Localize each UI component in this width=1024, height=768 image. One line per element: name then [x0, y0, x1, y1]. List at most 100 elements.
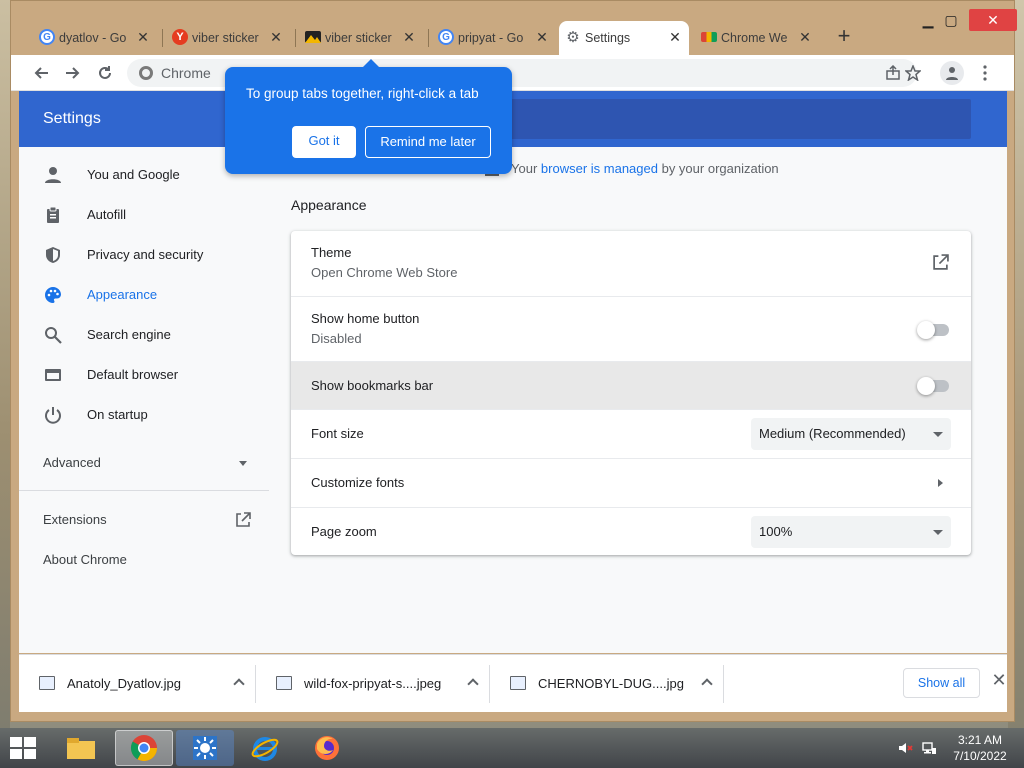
tab-settings[interactable]: ⚙ Settings ✕: [559, 21, 689, 55]
sidebar-item-appearance[interactable]: Appearance: [19, 275, 269, 315]
chevron-down-icon: [239, 461, 247, 466]
tab-viber-yandex[interactable]: Y viber sticker ✕: [166, 21, 290, 55]
managed-link[interactable]: browser is managed: [541, 161, 658, 176]
person-icon: [45, 167, 61, 183]
sidebar-item-autofill[interactable]: Autofill: [19, 195, 269, 235]
tab-separator: [428, 29, 429, 47]
close-tab-icon[interactable]: ✕: [401, 29, 417, 45]
chrome-window: G dyatlov - Go ✕ Y viber sticker ✕ viber…: [10, 0, 1017, 722]
reload-button[interactable]: [93, 61, 117, 85]
tab-label: Chrome We: [721, 31, 788, 45]
font-size-value: Medium (Recommended): [759, 426, 906, 441]
close-tab-icon[interactable]: ✕: [135, 29, 151, 45]
sun-app-taskbar-button[interactable]: [176, 730, 234, 766]
windows-start-icon[interactable]: [8, 735, 38, 761]
desktop-background-left: [0, 0, 10, 728]
gear-icon: ⚙: [566, 29, 580, 46]
firefox-taskbar-button[interactable]: [298, 730, 356, 766]
theme-row[interactable]: Theme Open Chrome Web Store: [291, 231, 971, 296]
home-button-sublabel: Disabled: [311, 331, 362, 346]
sidebar-item-label: Appearance: [87, 287, 158, 302]
shield-icon: [46, 247, 60, 263]
tab-label: dyatlov - Go: [59, 31, 127, 45]
share-icon[interactable]: [885, 64, 901, 84]
tab-dyatlov[interactable]: G dyatlov - Go ✕: [33, 21, 157, 55]
theme-sublabel: Open Chrome Web Store: [311, 265, 458, 280]
chevron-up-icon[interactable]: [233, 678, 245, 690]
file-explorer-taskbar-button[interactable]: [52, 730, 110, 766]
taskbar: 3:21 AM 7/10/2022: [0, 728, 1024, 768]
volume-muted-icon[interactable]: [897, 740, 913, 756]
network-icon[interactable]: [921, 740, 937, 756]
back-arrow-icon: [34, 67, 48, 79]
home-button-row[interactable]: Show home button Disabled: [291, 296, 971, 361]
tab-label: Settings: [585, 31, 631, 45]
font-size-select[interactable]: Medium (Recommended): [751, 418, 951, 450]
sidebar-item-privacy-and-security[interactable]: Privacy and security: [19, 235, 269, 275]
taskbar-clock[interactable]: 3:21 AM 7/10/2022: [948, 732, 1012, 764]
tab-viber-image[interactable]: viber sticker ✕: [299, 21, 423, 55]
bookmarks-bar-row[interactable]: Show bookmarks bar: [291, 361, 971, 409]
close-shelf-icon[interactable]: ✕: [991, 671, 1007, 689]
chevron-up-icon[interactable]: [701, 678, 713, 690]
tab-groups-promo-bubble: To group tabs together, right-click a ta…: [225, 59, 512, 174]
got-it-button[interactable]: Got it: [292, 126, 356, 158]
sidebar-item-search-engine[interactable]: Search engine: [19, 315, 269, 355]
chevron-up-icon[interactable]: [467, 678, 479, 690]
download-item[interactable]: CHERNOBYL-DUG....jpg: [490, 655, 723, 713]
forward-arrow-icon: [66, 67, 80, 79]
maximize-button[interactable]: ▢: [934, 9, 968, 31]
back-button[interactable]: [29, 61, 53, 85]
download-item[interactable]: wild-fox-pripyat-s....jpeg: [256, 655, 489, 713]
sidebar-item-label: You and Google: [87, 167, 180, 182]
yandex-icon: Y: [172, 29, 188, 45]
customize-fonts-row[interactable]: Customize fonts: [291, 458, 971, 507]
close-tab-icon[interactable]: ✕: [534, 29, 550, 45]
sidebar-item-default-browser[interactable]: Default browser: [19, 355, 269, 395]
tab-strip: G dyatlov - Go ✕ Y viber sticker ✕ viber…: [11, 1, 1017, 55]
bookmark-star-button[interactable]: [901, 61, 925, 85]
home-button-label: Show home button: [311, 311, 420, 326]
close-tab-icon[interactable]: ✕: [667, 29, 683, 45]
chrome-icon: [139, 66, 153, 80]
settings-search-input[interactable]: [501, 99, 971, 139]
sidebar-item-advanced[interactable]: Advanced: [19, 443, 269, 483]
tab-pripyat[interactable]: G pripyat - Go ✕: [432, 21, 556, 55]
external-link-icon[interactable]: [932, 254, 949, 271]
bookmarks-bar-toggle[interactable]: [917, 377, 949, 395]
home-button-toggle[interactable]: [917, 321, 949, 339]
page-zoom-select[interactable]: 100%: [751, 516, 951, 548]
sidebar-item-label: Default browser: [87, 367, 179, 382]
close-tab-icon[interactable]: ✕: [268, 29, 284, 45]
page-zoom-label: Page zoom: [311, 524, 377, 539]
tab-label: pripyat - Go: [458, 31, 524, 45]
bookmarks-bar-label: Show bookmarks bar: [311, 378, 434, 393]
reload-icon: [99, 66, 111, 79]
chevron-right-icon: [938, 479, 943, 487]
sun-icon: [193, 736, 217, 760]
promo-text: To group tabs together, right-click a ta…: [246, 86, 479, 101]
close-tab-icon[interactable]: ✕: [797, 29, 813, 45]
close-window-button[interactable]: ✕: [969, 9, 1017, 31]
forward-button[interactable]: [61, 61, 85, 85]
show-all-button[interactable]: Show all: [903, 668, 980, 698]
download-filename: Anatoly_Dyatlov.jpg: [67, 676, 181, 691]
tab-chrome-web-store[interactable]: Chrome We ✕: [695, 21, 819, 55]
image-file-icon: [39, 676, 55, 690]
new-tab-button[interactable]: +: [831, 23, 857, 49]
sidebar-item-label: Extensions: [43, 512, 107, 527]
image-icon: [305, 31, 321, 43]
image-file-icon: [276, 676, 292, 690]
sidebar-item-on-startup[interactable]: On startup: [19, 395, 269, 435]
sidebar-item-extensions[interactable]: Extensions: [19, 500, 269, 540]
menu-button[interactable]: [973, 61, 997, 85]
profile-button[interactable]: [940, 61, 964, 85]
sidebar-item-about-chrome[interactable]: About Chrome: [19, 540, 269, 580]
download-item[interactable]: Anatoly_Dyatlov.jpg: [19, 655, 255, 713]
internet-explorer-taskbar-button[interactable]: [236, 730, 294, 766]
chrome-taskbar-button[interactable]: [115, 730, 173, 766]
customize-fonts-label: Customize fonts: [311, 475, 405, 490]
sidebar-item-label: About Chrome: [43, 552, 127, 567]
remind-me-later-button[interactable]: Remind me later: [365, 126, 491, 158]
section-title: Appearance: [291, 197, 367, 213]
